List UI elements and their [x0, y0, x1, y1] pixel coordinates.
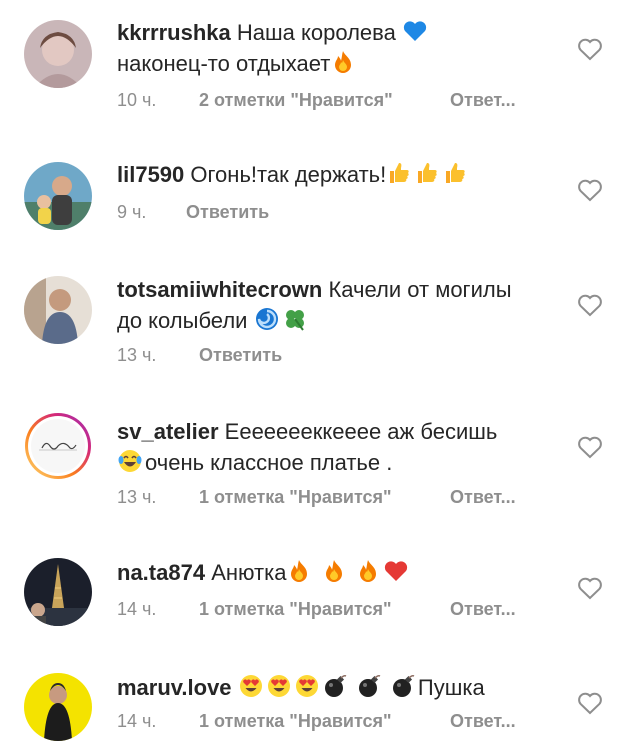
fire-emoji-icon: [330, 49, 356, 75]
comment-message: до колыбели: [117, 308, 248, 333]
likes-count-link[interactable]: 1 отметка "Нравится": [199, 487, 392, 507]
comment-message: Наша королева: [236, 20, 396, 45]
comment-text: kkrrrushka Наша королева наконец-то отды…: [117, 17, 557, 79]
username-link[interactable]: maruv.love: [117, 675, 232, 700]
comment-item: totsamiiwhitecrown Качели от могилы до к…: [0, 260, 640, 390]
likes-link-wrap: 1 отметка "Нравится": [199, 711, 392, 732]
comment-body: maruv.love Пушка: [117, 672, 557, 703]
fire-emoji-icon: [321, 558, 347, 584]
comment-meta: 13 ч.: [117, 487, 156, 508]
four-leaf-clover-emoji-icon: [282, 306, 308, 332]
comment-meta: 10 ч.: [117, 90, 156, 111]
comment-item: maruv.love Пушка 14 ч. 1 отметка "Нравит…: [0, 655, 640, 755]
avatar[interactable]: [24, 412, 92, 480]
comment-meta: 13 ч.: [117, 345, 156, 366]
username-link[interactable]: na.ta874: [117, 560, 205, 585]
like-heart-icon[interactable]: [577, 178, 603, 202]
username-link[interactable]: lil7590: [117, 162, 184, 187]
timestamp: 13 ч.: [117, 345, 157, 365]
reply-wrap: Ответить: [186, 202, 269, 223]
likes-count-link[interactable]: 1 отметка "Нравится": [199, 711, 392, 731]
cyclone-emoji-icon: [254, 306, 280, 332]
like-heart-icon[interactable]: [577, 293, 603, 317]
fire-emoji-icon: [355, 558, 381, 584]
blue-heart-emoji-icon: [402, 18, 428, 44]
like-heart-icon[interactable]: [577, 691, 603, 715]
fire-emoji-icon: [286, 558, 312, 584]
comment-text: sv_atelier Еееееееккееее аж бесишь очень…: [117, 416, 557, 478]
red-heart-emoji-icon: [383, 558, 409, 584]
comment-message: Еееееееккееее аж бесишь: [224, 419, 498, 444]
heart-eyes-emoji-icon: [294, 673, 320, 699]
avatar[interactable]: [24, 673, 92, 741]
reply-wrap: Ответ...: [450, 599, 516, 620]
heart-eyes-emoji-icon: [238, 673, 264, 699]
likes-link-wrap: 1 отметка "Нравится": [199, 599, 392, 620]
like-heart-icon[interactable]: [577, 435, 603, 459]
reply-button[interactable]: Ответить: [199, 345, 282, 365]
bomb-emoji-icon: [322, 673, 348, 699]
comment-body: na.ta874 Анютка: [117, 557, 557, 588]
username-link[interactable]: sv_atelier: [117, 419, 219, 444]
reply-wrap: Ответить: [199, 345, 282, 366]
avatar[interactable]: [24, 276, 92, 344]
thumbs-up-emoji-icon: [442, 160, 468, 186]
timestamp: 14 ч.: [117, 599, 157, 619]
reply-wrap: Ответ...: [450, 90, 516, 111]
avatar[interactable]: [24, 162, 92, 230]
avatar[interactable]: [24, 20, 92, 88]
reply-button[interactable]: Ответ...: [450, 90, 516, 110]
comment-message: наконец-то отдыхает: [117, 51, 331, 76]
timestamp: 13 ч.: [117, 487, 157, 507]
bomb-emoji-icon: [356, 673, 382, 699]
comment-body: sv_atelier Еееееееккееее аж бесишь очень…: [117, 416, 557, 478]
comment-message: очень классное платье .: [145, 450, 393, 475]
comment-meta: 14 ч.: [117, 711, 156, 732]
reply-button[interactable]: Ответ...: [450, 487, 516, 507]
reply-button[interactable]: Ответ...: [450, 599, 516, 619]
tears-of-joy-emoji-icon: [117, 448, 143, 474]
comment-body: kkrrrushka Наша королева наконец-то отды…: [117, 17, 557, 79]
username-link[interactable]: kkrrrushka: [117, 20, 231, 45]
comment-item: na.ta874 Анютка 14 ч. 1 отметка "Нравитс…: [0, 540, 640, 650]
like-heart-icon[interactable]: [577, 576, 603, 600]
comment-body: lil7590 Огонь!так держать!: [117, 159, 557, 190]
timestamp: 10 ч.: [117, 90, 157, 110]
comment-item: sv_atelier Еееееееккееее аж бесишь очень…: [0, 400, 640, 540]
comment-message: Огонь!так держать!: [190, 162, 387, 187]
avatar[interactable]: [24, 558, 92, 626]
reply-button[interactable]: Ответ...: [450, 711, 516, 731]
thumbs-up-emoji-icon: [386, 160, 412, 186]
comment-text: na.ta874 Анютка: [117, 557, 557, 588]
thumbs-up-emoji-icon: [414, 160, 440, 186]
likes-count-link[interactable]: 2 отметки "Нравится": [199, 90, 393, 110]
comment-meta: 9 ч.: [117, 202, 146, 223]
reply-button[interactable]: Ответить: [186, 202, 269, 222]
comment-message: Анютка: [211, 560, 287, 585]
timestamp: 14 ч.: [117, 711, 157, 731]
likes-link-wrap: 2 отметки "Нравится": [199, 90, 393, 111]
comment-item: lil7590 Огонь!так держать! 9 ч. Ответить: [0, 140, 640, 260]
timestamp: 9 ч.: [117, 202, 147, 222]
comment-message: Пушка: [417, 675, 485, 700]
reply-wrap: Ответ...: [450, 487, 516, 508]
comment-body: totsamiiwhitecrown Качели от могилы до к…: [117, 274, 557, 336]
like-heart-icon[interactable]: [577, 37, 603, 61]
comment-item: kkrrrushka Наша королева наконец-то отды…: [0, 0, 640, 140]
username-link[interactable]: totsamiiwhitecrown: [117, 277, 322, 302]
reply-wrap: Ответ...: [450, 711, 516, 732]
comment-text: totsamiiwhitecrown Качели от могилы до к…: [117, 274, 557, 336]
comment-text: maruv.love Пушка: [117, 672, 557, 703]
likes-link-wrap: 1 отметка "Нравится": [199, 487, 392, 508]
comment-meta: 14 ч.: [117, 599, 156, 620]
comment-message: Качели от могилы: [328, 277, 512, 302]
bomb-emoji-icon: [390, 673, 416, 699]
likes-count-link[interactable]: 1 отметка "Нравится": [199, 599, 392, 619]
comment-text: lil7590 Огонь!так держать!: [117, 159, 557, 190]
heart-eyes-emoji-icon: [266, 673, 292, 699]
